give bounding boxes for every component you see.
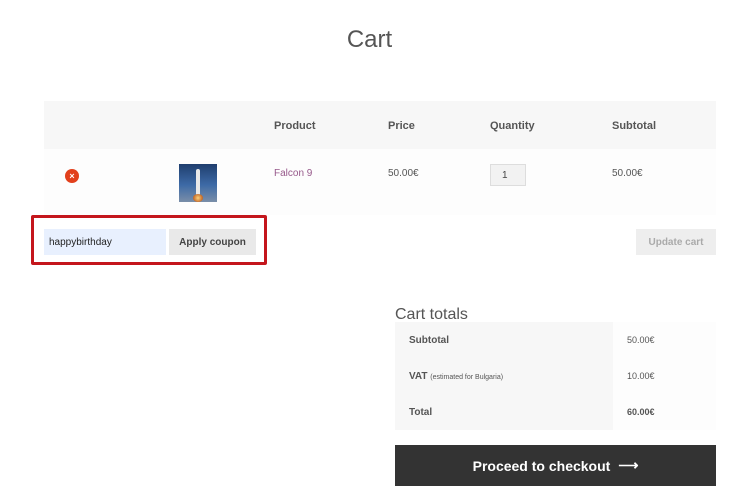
header-subtotal: Subtotal — [612, 120, 656, 132]
totals-label: Total — [409, 407, 433, 418]
cart-totals-table: Subtotal 50.00€ VAT (estimated for Bulga… — [395, 322, 716, 430]
coupon-code-input[interactable] — [44, 229, 166, 255]
header-product: Product — [274, 120, 316, 132]
totals-label: VAT — [409, 371, 428, 382]
totals-value: 10.00€ — [627, 371, 655, 381]
cart-item-row: × Falcon 9 50.00€ 50.00€ — [44, 149, 716, 215]
update-cart-button[interactable]: Update cart — [636, 229, 716, 255]
arrow-right-icon: ⟶ — [618, 457, 639, 473]
checkout-label: Proceed to checkout — [472, 457, 611, 474]
page-title: Cart — [346, 26, 393, 54]
header-price: Price — [388, 120, 415, 132]
cart-table-header: Product Price Quantity Subtotal — [44, 101, 716, 149]
proceed-to-checkout-button[interactable]: Proceed to checkout ⟶ — [395, 445, 716, 486]
totals-value: 60.00€ — [627, 407, 655, 417]
quantity-input[interactable] — [490, 164, 526, 186]
flame-image — [193, 194, 203, 202]
totals-label: Subtotal — [409, 335, 449, 346]
totals-row-vat: VAT (estimated for Bulgaria) 10.00€ — [395, 358, 716, 394]
product-link[interactable]: Falcon 9 — [274, 168, 312, 179]
header-quantity: Quantity — [490, 120, 535, 132]
remove-item-icon[interactable]: × — [65, 169, 79, 183]
item-subtotal: 50.00€ — [612, 168, 643, 179]
totals-value: 50.00€ — [627, 335, 655, 345]
item-price: 50.00€ — [388, 168, 419, 179]
vat-note: (estimated for Bulgaria) — [430, 374, 504, 381]
totals-row-subtotal: Subtotal 50.00€ — [395, 322, 716, 358]
rocket-image — [196, 169, 200, 195]
apply-coupon-button[interactable]: Apply coupon — [169, 229, 256, 255]
totals-row-total: Total 60.00€ — [395, 394, 716, 430]
product-thumbnail[interactable] — [179, 164, 217, 202]
